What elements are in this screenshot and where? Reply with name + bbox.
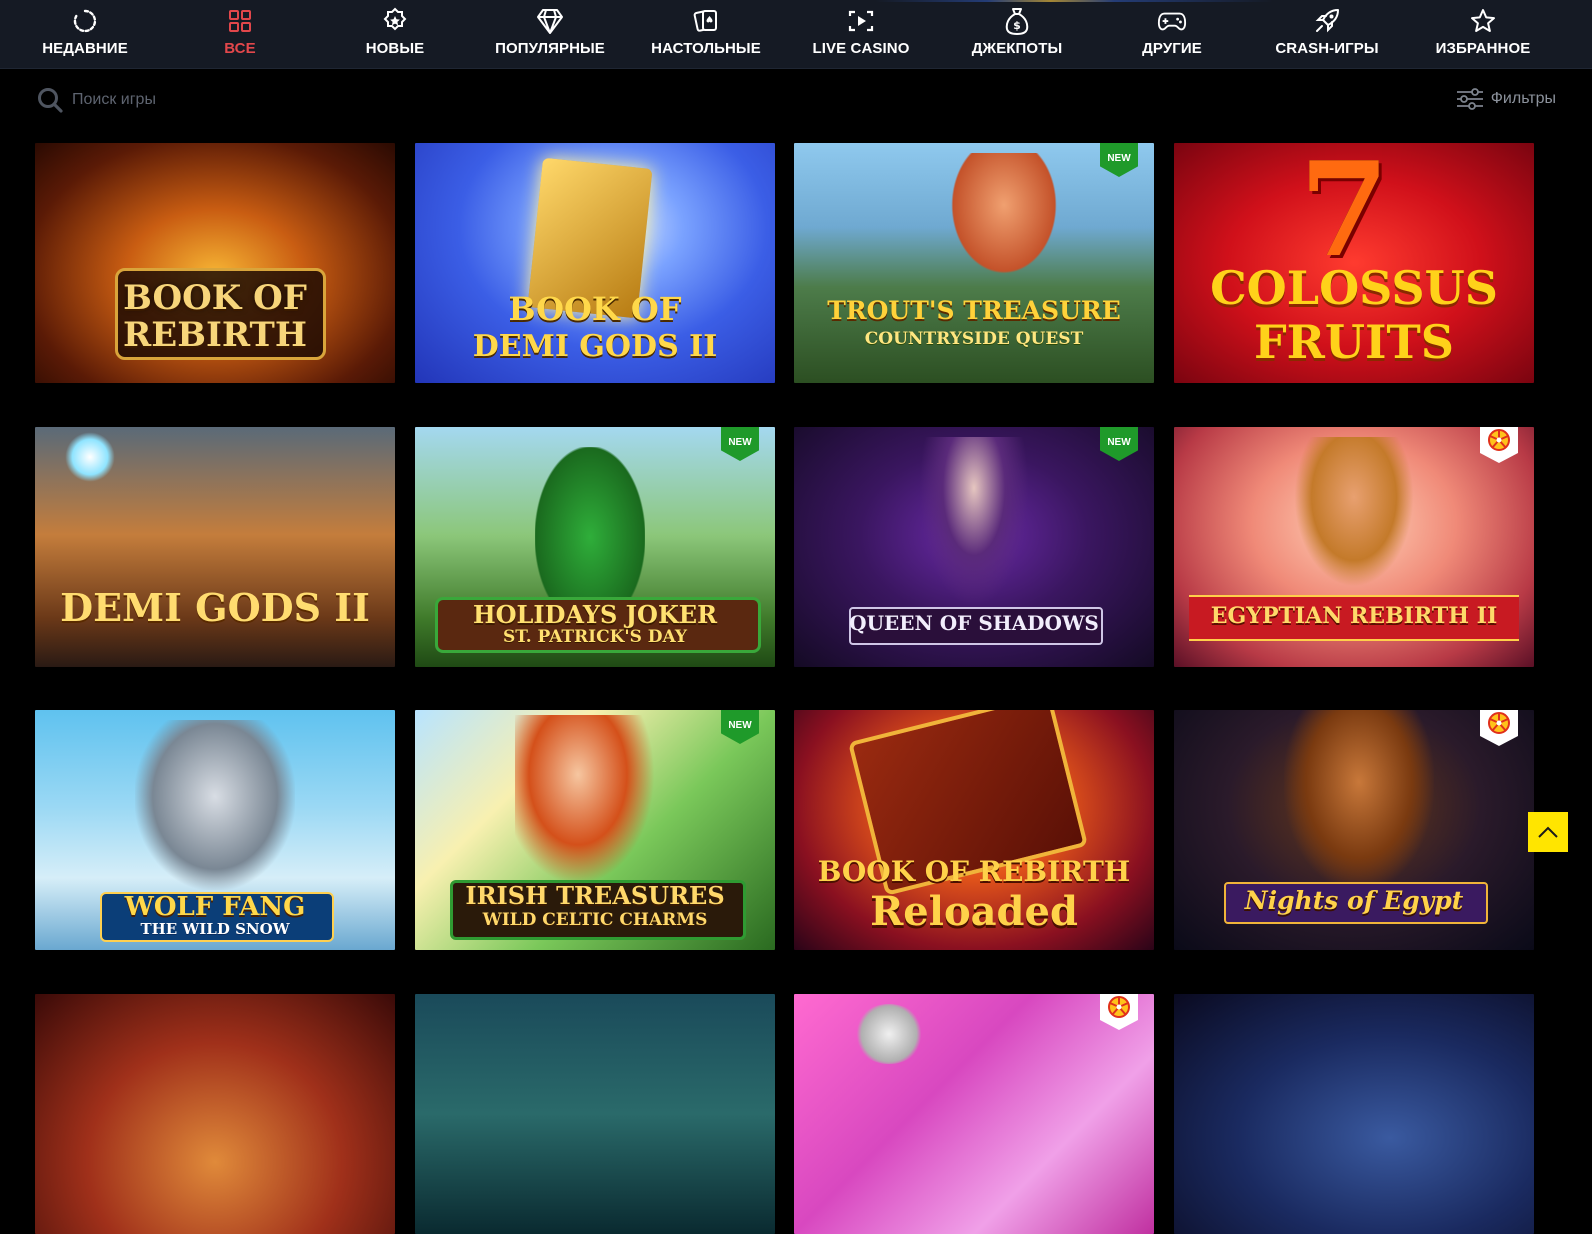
joker-art: [535, 447, 645, 597]
fisherman-art: [944, 153, 1064, 283]
category-live-casino[interactable]: LIVE CASINO: [796, 6, 926, 64]
scroll-to-top-button[interactable]: [1528, 812, 1568, 852]
game-title: QUEEN OF SHADOWS: [849, 611, 1099, 635]
game-subtitle: REBIRTH: [123, 315, 307, 355]
game-subtitle: THE WILD SNOW: [140, 920, 290, 938]
category-label: ДЖЕКПОТЫ: [971, 40, 1063, 57]
diamond-icon: [535, 6, 565, 36]
category-recent[interactable]: НЕДАВНИЕ: [20, 6, 150, 64]
money-bag-icon: $: [1002, 6, 1032, 36]
game-title: DEMI GODS II: [60, 585, 370, 630]
maiden-art: [515, 715, 655, 885]
game-tile-book-of-rebirth-reloaded[interactable]: BOOK OF REBIRTH Reloaded: [794, 710, 1154, 950]
game-tile-demi-gods-ii[interactable]: DEMI GODS II: [35, 427, 395, 667]
category-table[interactable]: НАСТОЛЬНЫЕ: [641, 6, 771, 64]
category-jackpots[interactable]: $ ДЖЕКПОТЫ: [952, 6, 1082, 64]
category-label: ДРУГИЕ: [1142, 40, 1202, 57]
game-tile-row4-1[interactable]: [35, 994, 395, 1234]
recent-icon: [70, 6, 100, 36]
game-subtitle: WILD CELTIC CHARMS: [482, 910, 708, 930]
category-label: ПОПУЛЯРНЫЕ: [495, 40, 605, 57]
fortune-wheel-icon: [1488, 712, 1510, 734]
bird-art: [854, 1004, 924, 1064]
lightning-orb-art: [65, 432, 115, 482]
svg-text:$: $: [1013, 19, 1021, 32]
game-subtitle: Reloaded: [870, 888, 1078, 935]
category-popular[interactable]: ПОПУЛЯРНЫЕ: [485, 6, 615, 64]
cleopatra-art: [1294, 437, 1414, 587]
game-tile-irish-treasures[interactable]: IRISH TREASURES WILD CELTIC CHARMS NEW: [415, 710, 775, 950]
game-artwork: [35, 994, 395, 1234]
game-title: WOLF FANG: [124, 892, 306, 922]
game-tile-book-of-demi-gods-ii[interactable]: BOOK OF DEMI GODS II: [415, 143, 775, 383]
category-label: LIVE CASINO: [812, 40, 910, 57]
filters-button[interactable]: Фильтры: [1455, 84, 1556, 114]
category-label: CRASH-ИГРЫ: [1275, 40, 1379, 57]
rocket-icon: [1312, 6, 1342, 36]
top-accent-strip: [0, 0, 1592, 2]
category-other[interactable]: ДРУГИЕ: [1107, 6, 1237, 64]
category-label: ИЗБРАННОЕ: [1435, 40, 1531, 57]
category-new[interactable]: НОВЫЕ: [330, 6, 460, 64]
game-title: TROUT'S TREASURE: [827, 296, 1121, 325]
star-icon: [1468, 6, 1498, 36]
game-tile-row4-3[interactable]: [794, 994, 1154, 1234]
game-title: COLOSSUS: [1210, 261, 1498, 315]
game-tile-wolf-fang[interactable]: WOLF FANG THE WILD SNOW: [35, 710, 395, 950]
search-bar: [36, 82, 456, 118]
cards-icon: [691, 6, 721, 36]
game-tile-book-of-rebirth[interactable]: BOOK OF REBIRTH: [35, 143, 395, 383]
game-subtitle: ST. PATRICK'S DAY: [502, 627, 688, 647]
category-all[interactable]: ВСЕ: [175, 6, 305, 64]
game-title: IRISH TREASURES: [465, 881, 725, 910]
game-title: EGYPTIAN REBIRTH II: [1210, 603, 1498, 629]
game-tile-row4-4[interactable]: [1174, 994, 1534, 1234]
new-badge-icon: [380, 6, 410, 36]
filters-label: Фильтры: [1490, 90, 1556, 107]
game-title: Nights of Egypt: [1244, 886, 1464, 915]
search-icon: [38, 88, 63, 113]
game-artwork: [415, 994, 775, 1234]
category-label: НОВЫЕ: [365, 40, 425, 57]
chevron-up-icon: [1538, 826, 1558, 838]
game-tile-colossus-fruits[interactable]: 7 COLOSSUS FRUITS: [1174, 143, 1534, 383]
category-label: ВСЕ: [224, 40, 256, 57]
category-favorites[interactable]: ИЗБРАННОЕ: [1418, 6, 1548, 64]
pharaoh-queen-art: [1284, 710, 1434, 890]
gamepad-icon: [1157, 6, 1187, 36]
category-label: НЕДАВНИЕ: [42, 40, 128, 57]
game-title: BOOK OF: [508, 290, 682, 328]
game-tile-row4-2[interactable]: [415, 994, 775, 1234]
fortune-wheel-icon: [1108, 996, 1130, 1018]
grid-icon: [225, 6, 255, 36]
game-title: HOLIDAYS JOKER: [472, 600, 718, 629]
category-crash-games[interactable]: CRASH-ИГРЫ: [1262, 6, 1392, 64]
wolf-art: [135, 720, 295, 890]
live-screen-icon: [846, 6, 876, 36]
game-tile-nights-of-egypt[interactable]: Nights of Egypt: [1174, 710, 1534, 950]
game-title: BOOK OF: [123, 278, 307, 318]
search-input[interactable]: [70, 90, 434, 110]
filters-icon: [1456, 88, 1483, 110]
game-tile-trouts-treasure[interactable]: TROUT'S TREASURE COUNTRYSIDE QUEST NEW: [794, 143, 1154, 383]
game-title: BOOK OF REBIRTH: [817, 855, 1131, 888]
fortune-wheel-icon: [1488, 429, 1510, 451]
game-artwork: [1174, 994, 1534, 1234]
game-subtitle: DEMI GODS II: [472, 329, 718, 364]
game-subtitle: FRUITS: [1254, 315, 1454, 369]
game-subtitle: COUNTRYSIDE QUEST: [864, 329, 1084, 349]
queen-art: [919, 437, 1029, 607]
category-nav: НЕДАВНИЕ ВСЕ НОВЫЕ ПОПУЛЯРНЫЕ НАСТОЛЬНЫЕ…: [0, 0, 1592, 69]
category-label: НАСТОЛЬНЫЕ: [651, 40, 761, 57]
game-tile-queen-of-shadows[interactable]: QUEEN OF SHADOWS NEW: [794, 427, 1154, 667]
game-artwork: [794, 994, 1154, 1234]
game-tile-egyptian-rebirth-ii[interactable]: EGYPTIAN REBIRTH II: [1174, 427, 1534, 667]
game-tile-holidays-joker[interactable]: HOLIDAYS JOKER ST. PATRICK'S DAY NEW: [415, 427, 775, 667]
